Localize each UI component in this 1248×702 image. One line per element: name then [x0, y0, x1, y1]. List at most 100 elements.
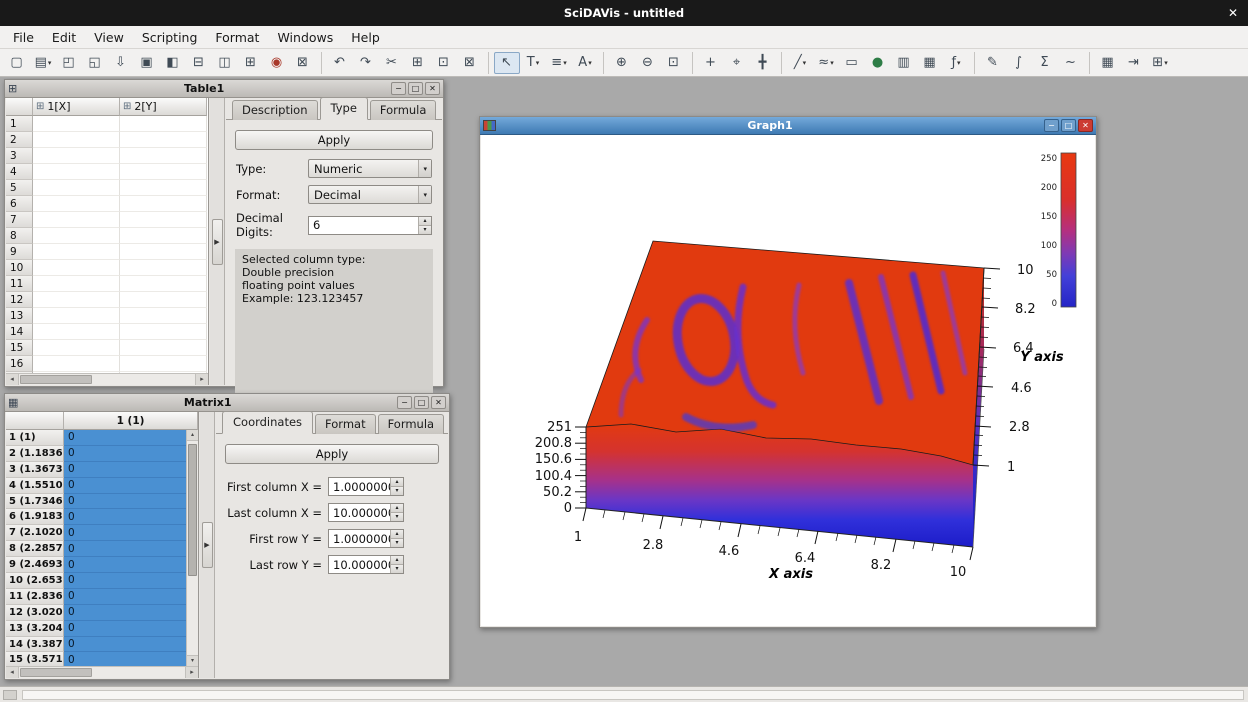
- format-combobox[interactable]: Decimal ▾: [308, 185, 432, 204]
- tab-coordinates[interactable]: Coordinates: [222, 411, 313, 434]
- delete-icon[interactable]: ⊠: [457, 52, 483, 74]
- matrix-cell-selected[interactable]: 0: [64, 652, 186, 666]
- save-project-icon[interactable]: ▣: [134, 52, 160, 74]
- print-icon[interactable]: ⊟: [186, 52, 212, 74]
- open-template-icon[interactable]: ◱: [82, 52, 108, 74]
- matrix-row-header[interactable]: 3 (1.36735): [6, 462, 64, 478]
- matrix1-grid[interactable]: 1 (1) 1 (1) 0 2 (1.18367) 0: [6, 412, 199, 678]
- new-project-icon[interactable]: ▢: [4, 52, 30, 74]
- close-window-icon[interactable]: ✕: [1078, 119, 1093, 132]
- row-header[interactable]: 12: [6, 292, 33, 308]
- minimize-icon[interactable]: −: [1044, 119, 1059, 132]
- scroll-down-icon[interactable]: ▾: [187, 655, 198, 666]
- minimize-icon[interactable]: −: [391, 82, 406, 95]
- matrix-cell-selected[interactable]: 0: [64, 605, 186, 621]
- table-cell[interactable]: [33, 340, 120, 356]
- collapse-arrow-icon[interactable]: ▶: [202, 522, 213, 568]
- table1-window[interactable]: ⊞ Table1 − □ ✕ ⊞ 1[X]: [4, 79, 444, 387]
- matrix1-titlebar[interactable]: ▦ Matrix1 − □ ✕: [5, 394, 449, 412]
- spin-up-icon[interactable]: ▴: [419, 217, 431, 226]
- matrix-row-header[interactable]: 7 (2.10204): [6, 525, 64, 541]
- table1-corner-header[interactable]: [6, 98, 33, 116]
- tab-formula[interactable]: Formula: [370, 100, 437, 120]
- table-cell[interactable]: [120, 212, 207, 228]
- pointer-tool-icon[interactable]: ↖: [494, 52, 520, 74]
- data-reader-icon[interactable]: ⌖: [724, 52, 750, 74]
- matrix-cell-selected[interactable]: 0: [64, 446, 186, 462]
- table-cell[interactable]: [120, 148, 207, 164]
- decimal-digits-spinbox[interactable]: 6 ▴ ▾: [308, 216, 432, 235]
- table-cell[interactable]: [120, 308, 207, 324]
- zoom-in-icon[interactable]: ⊕: [609, 52, 635, 74]
- integrate-icon[interactable]: ∫: [1006, 52, 1032, 74]
- coordinate-spinbox[interactable]: 10.0000000 ▴ ▾: [328, 503, 404, 522]
- scroll-up-icon[interactable]: ▴: [187, 430, 198, 441]
- matrix1-column-header[interactable]: 1 (1): [64, 412, 198, 430]
- go-to-cell-icon[interactable]: ⇥: [1121, 52, 1147, 74]
- matrix-cell-selected[interactable]: 0: [64, 637, 186, 653]
- spin-up-icon[interactable]: ▴: [391, 478, 403, 487]
- row-header[interactable]: 4: [6, 164, 33, 180]
- select-range-icon[interactable]: ╋: [750, 52, 776, 74]
- row-header[interactable]: 9: [6, 244, 33, 260]
- spin-up-icon[interactable]: ▴: [391, 504, 403, 513]
- matrix-cell-selected[interactable]: 0: [64, 621, 186, 637]
- scroll-right-icon[interactable]: ▸: [185, 667, 198, 678]
- tab-formula[interactable]: Formula: [378, 414, 445, 434]
- spin-down-icon[interactable]: ▾: [391, 565, 403, 573]
- table-cell[interactable]: [120, 324, 207, 340]
- matrix-row-header[interactable]: 8 (2.28571): [6, 541, 64, 557]
- undo-icon[interactable]: ↶: [327, 52, 353, 74]
- row-header[interactable]: 11: [6, 276, 33, 292]
- matrix-cell-selected[interactable]: 0: [64, 494, 186, 510]
- screen-reader-icon[interactable]: +: [698, 52, 724, 74]
- table1-hscrollbar[interactable]: ◂ ▸: [6, 373, 208, 385]
- matrix-cell-selected[interactable]: 0: [64, 589, 186, 605]
- contour-plot-icon[interactable]: ▦: [917, 52, 943, 74]
- table-cell[interactable]: [33, 276, 120, 292]
- matrix-cell-selected[interactable]: 0: [64, 462, 186, 478]
- close-window-icon[interactable]: ✕: [425, 82, 440, 95]
- matrix1-window[interactable]: ▦ Matrix1 − □ ✕ 1 (1): [4, 393, 450, 680]
- matrix-row-header[interactable]: 15 (3.57143): [6, 652, 64, 666]
- new-aspect-icon[interactable]: ▤▾: [30, 52, 56, 74]
- row-header[interactable]: 7: [6, 212, 33, 228]
- function-icon[interactable]: ƒ▾: [943, 52, 969, 74]
- spin-up-icon[interactable]: ▴: [391, 530, 403, 539]
- spin-down-icon[interactable]: ▾: [419, 226, 431, 234]
- matrix-cell-selected[interactable]: 0: [64, 573, 186, 589]
- tab-type[interactable]: Type: [320, 97, 368, 120]
- table1-grid[interactable]: ⊞ 1[X] ⊞ 2[Y] 1: [6, 98, 209, 385]
- table-cell[interactable]: [120, 132, 207, 148]
- table-cell[interactable]: [33, 196, 120, 212]
- coordinate-spinbox[interactable]: 1.00000000 ▴ ▾: [328, 477, 404, 496]
- table-cell[interactable]: [120, 356, 207, 372]
- histogram-icon[interactable]: ▥: [891, 52, 917, 74]
- add-column-icon[interactable]: ⊞▾: [1147, 52, 1173, 74]
- row-header[interactable]: 5: [6, 180, 33, 196]
- save-template-icon[interactable]: ◧: [160, 52, 186, 74]
- menu-item[interactable]: View: [85, 27, 133, 48]
- chevron-down-icon[interactable]: ▾: [418, 186, 431, 203]
- apply-button[interactable]: Apply: [225, 444, 439, 464]
- chevron-down-icon[interactable]: ▾: [418, 160, 431, 177]
- duplicate-window-icon[interactable]: ⊞: [238, 52, 264, 74]
- row-header[interactable]: 16: [6, 356, 33, 372]
- table-cell[interactable]: [33, 292, 120, 308]
- table-cell[interactable]: [120, 244, 207, 260]
- matrix-cell-selected[interactable]: 0: [64, 557, 186, 573]
- table-cell[interactable]: [120, 116, 207, 132]
- matrix-row-header[interactable]: 5 (1.73469): [6, 494, 64, 510]
- row-header[interactable]: 3: [6, 148, 33, 164]
- import-ascii-icon[interactable]: ⇩: [108, 52, 134, 74]
- apply-button[interactable]: Apply: [235, 130, 433, 150]
- tab-description[interactable]: Description: [232, 100, 318, 120]
- table-cell[interactable]: [33, 212, 120, 228]
- matrix-row-header[interactable]: 11 (2.83673): [6, 589, 64, 605]
- menu-item[interactable]: Scripting: [133, 27, 207, 48]
- graph1-titlebar[interactable]: Graph1 − □ ✕: [480, 117, 1096, 135]
- graph1-window[interactable]: Graph1 − □ ✕: [479, 116, 1097, 628]
- spin-down-icon[interactable]: ▾: [391, 487, 403, 495]
- draw-line-icon[interactable]: ╱▾: [787, 52, 813, 74]
- maximize-icon[interactable]: □: [1061, 119, 1076, 132]
